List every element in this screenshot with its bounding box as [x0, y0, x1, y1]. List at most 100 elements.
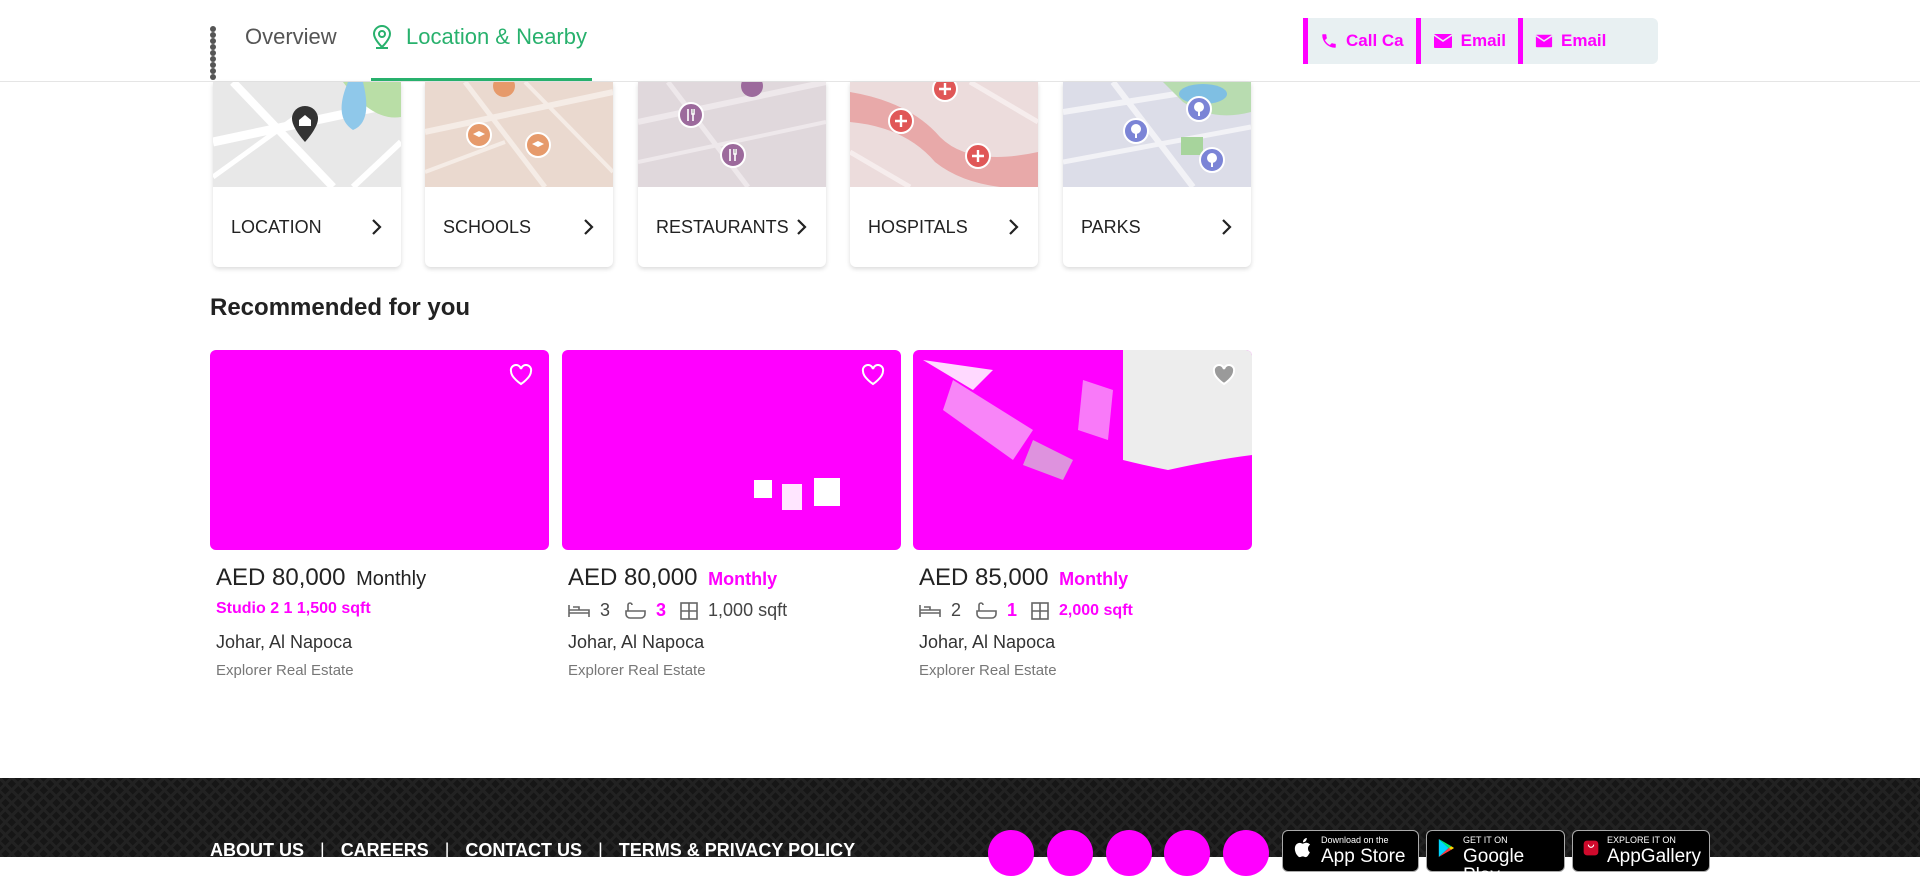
location-map-thumbnail — [213, 82, 401, 187]
social-icon[interactable] — [1047, 830, 1093, 876]
listing-photo — [913, 350, 1252, 550]
heart-icon[interactable] — [1212, 364, 1236, 386]
tab-location-label: Location & Nearby — [406, 24, 587, 49]
nearby-card-hospitals[interactable]: HOSPITALS — [850, 82, 1038, 267]
listing-price: AED 80,000 Monthly — [568, 564, 778, 591]
nearby-card-location[interactable]: LOCATION — [213, 82, 401, 267]
bath-icon — [976, 601, 997, 619]
park-icon — [1199, 147, 1225, 173]
listing-location: Johar, Al Napoca — [919, 632, 1056, 652]
listing-price: AED 85,000 Monthly — [919, 564, 1129, 591]
footer-link-contact[interactable]: CONTACT US — [465, 840, 582, 861]
nearby-label: PARKS — [1081, 216, 1141, 237]
area: 2,000 sqft — [1031, 602, 1133, 620]
app-gallery-badge[interactable]: EXPLORE IT ON AppGallery — [1572, 830, 1710, 872]
listing-specs: Studio 2 1 1,500 sqft — [216, 600, 371, 617]
chevron-right-icon — [797, 219, 807, 235]
nearby-card-parks[interactable]: PARKS — [1063, 82, 1251, 267]
call-button[interactable]: Call Ca — [1303, 18, 1416, 64]
sticky-header: Overview Location & Nearby Call Ca Email… — [0, 0, 1920, 82]
google-play-badge[interactable]: GET IT ON Google Play — [1426, 830, 1565, 885]
footer: ABOUT US | CAREERS | CONTACT US | TERMS … — [0, 778, 1920, 885]
nearby-label: RESTAURANTS — [656, 216, 789, 237]
recommended-title: Recommended for you — [210, 294, 471, 321]
area: 1,000 sqft — [680, 600, 787, 621]
bed-icon — [919, 604, 941, 617]
listing-card[interactable]: AED 80,000 Monthly Studio 2 1 1,500 sqft… — [210, 350, 549, 690]
contact-bar: Call Ca Email Email — [1303, 18, 1658, 64]
home-pin-icon — [292, 106, 318, 142]
listing-agent: Explorer Real Estate — [919, 662, 1057, 679]
app-store-badge[interactable]: Download on the App Store — [1282, 830, 1419, 872]
huawei-icon — [1583, 840, 1599, 856]
school-icon — [493, 82, 515, 97]
heart-icon[interactable] — [861, 364, 885, 386]
listing-agent: Explorer Real Estate — [568, 662, 706, 679]
tab-overview[interactable]: Overview — [210, 24, 337, 81]
nearby-label: LOCATION — [231, 216, 322, 237]
google-play-icon — [1438, 839, 1455, 857]
nearby-label: HOSPITALS — [868, 216, 968, 237]
grid-icon — [210, 24, 236, 80]
bathrooms: 1 — [975, 600, 1017, 621]
location-pin-icon — [371, 24, 397, 50]
chevron-right-icon — [372, 219, 382, 235]
listing-location: Johar, Al Napoca — [568, 632, 705, 652]
mail-icon — [1535, 34, 1553, 48]
listing-price: AED 80,000 Monthly — [216, 564, 427, 591]
park-icon — [1186, 96, 1212, 122]
mail-icon — [1433, 34, 1453, 48]
park-icon — [1123, 118, 1149, 144]
social-icon[interactable] — [988, 830, 1034, 876]
listing-specs: 2 1 2,000 sqft — [919, 600, 1147, 621]
hospital-icon — [888, 108, 914, 134]
apple-icon — [1294, 838, 1311, 858]
heart-icon[interactable] — [509, 364, 533, 386]
parks-map-thumbnail — [1063, 82, 1251, 187]
bedrooms: 2 — [919, 600, 961, 621]
email-label: Email — [1460, 31, 1506, 50]
nearby-card-restaurants[interactable]: RESTAURANTS — [638, 82, 826, 267]
school-icon — [466, 122, 492, 148]
social-icon[interactable] — [1164, 830, 1210, 876]
hospitals-map-thumbnail — [850, 82, 1038, 187]
listing-specs: 3 3 1,000 sqft — [568, 600, 801, 621]
tab-overview-label: Overview — [245, 24, 337, 49]
listing-location: Johar, Al Napoca — [216, 632, 353, 652]
nearby-label: SCHOOLS — [443, 216, 532, 237]
footer-links: ABOUT US | CAREERS | CONTACT US | TERMS … — [210, 840, 856, 861]
footer-link-careers[interactable]: CAREERS — [341, 840, 429, 861]
listing-photo — [562, 350, 901, 550]
chevron-right-icon — [1222, 219, 1232, 235]
phone-icon — [1322, 34, 1336, 48]
whatsapp-button[interactable]: Email — [1518, 18, 1618, 64]
listing-agent: Explorer Real Estate — [216, 662, 354, 679]
restaurant-icon — [678, 102, 704, 128]
social-icon[interactable] — [1106, 830, 1152, 876]
bed-icon — [568, 604, 590, 617]
whatsapp-label: Email — [1561, 31, 1607, 50]
social-icon[interactable] — [1223, 830, 1269, 876]
chevron-right-icon — [1009, 219, 1019, 235]
bedrooms: 3 — [568, 600, 610, 621]
restaurants-map-thumbnail — [638, 82, 826, 187]
listing-card[interactable]: AED 85,000 Monthly 2 1 2,000 sqft Johar,… — [913, 350, 1252, 690]
school-icon — [525, 132, 551, 158]
footer-link-terms[interactable]: TERMS & PRIVACY POLICY — [619, 840, 855, 861]
hospital-icon — [965, 143, 991, 169]
area-grid-icon — [680, 601, 698, 620]
listing-card[interactable]: AED 80,000 Monthly 3 3 1,000 sqft Johar,… — [562, 350, 901, 690]
bathrooms: 3 — [624, 600, 666, 621]
hospital-icon — [932, 82, 958, 102]
footer-link-about[interactable]: ABOUT US — [210, 840, 304, 861]
restaurant-icon — [720, 142, 746, 168]
listing-photo — [210, 350, 549, 550]
schools-map-thumbnail — [425, 82, 613, 187]
bath-icon — [625, 601, 646, 619]
tab-location-nearby[interactable]: Location & Nearby — [371, 24, 592, 81]
chevron-right-icon — [584, 219, 594, 235]
email-button[interactable]: Email — [1415, 18, 1518, 64]
call-label: Call Ca — [1346, 31, 1404, 50]
nearby-card-schools[interactable]: SCHOOLS — [425, 82, 613, 267]
area-grid-icon — [1031, 601, 1049, 620]
